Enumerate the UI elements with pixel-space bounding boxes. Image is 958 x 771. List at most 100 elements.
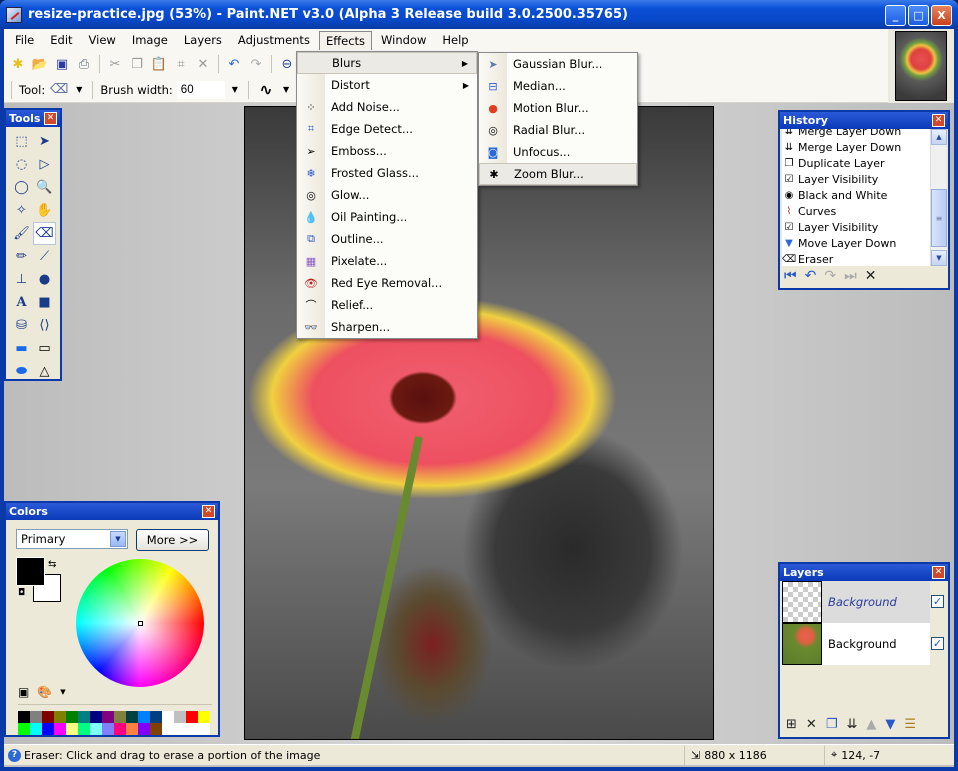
tool-dropdown-arrow[interactable]: ▼	[73, 85, 85, 94]
history-item[interactable]: ⇊ Merge Layer Down	[782, 139, 932, 155]
menu-item-blurs[interactable]: Blurs ▶	[297, 52, 477, 74]
history-item[interactable]: ⇊ Merge Layer Down	[782, 129, 932, 139]
palette-menu-icon[interactable]: 🎨	[37, 685, 52, 699]
swap-colors-icon[interactable]: ⇆	[48, 559, 56, 570]
menu-item-pixelate[interactable]: ▦ Pixelate...	[297, 250, 477, 272]
history-panel-title-bar[interactable]: History ✕	[780, 112, 948, 129]
palette-swatch[interactable]	[30, 711, 42, 723]
menu-item-motion-blur[interactable]: ● Motion Blur...	[479, 97, 637, 119]
move-selected-tool-icon[interactable]: ▷	[33, 153, 56, 176]
zoom-tool-icon[interactable]: 🔍	[33, 176, 56, 199]
menu-item-radial-blur[interactable]: ◎ Radial Blur...	[479, 119, 637, 141]
pencil-tool-icon[interactable]: ✏	[10, 245, 33, 268]
rewind-icon[interactable]: ⏮	[784, 268, 797, 284]
tools-panel-close-icon[interactable]: ✕	[44, 112, 57, 125]
gradient-tool-icon[interactable]: ■	[33, 291, 56, 314]
cut-icon[interactable]: ✂	[105, 54, 125, 74]
rectangle-select-tool-icon[interactable]: ⬚	[10, 130, 33, 153]
history-item[interactable]: ⌇ Curves	[782, 203, 932, 219]
palette-swatch[interactable]	[162, 723, 174, 735]
history-item[interactable]: ☑ Layer Visibility	[782, 171, 932, 187]
menu-layers[interactable]: Layers	[177, 30, 229, 50]
menu-help[interactable]: Help	[435, 30, 475, 50]
palette-swatch[interactable]	[78, 711, 90, 723]
palette-swatch[interactable]	[18, 723, 30, 735]
primary-color-swatch[interactable]	[16, 557, 45, 586]
color-wheel-cursor[interactable]	[138, 621, 143, 626]
menu-item-frosted-glass[interactable]: ❄ Frosted Glass...	[297, 162, 477, 184]
menu-effects[interactable]: Effects	[318, 30, 373, 50]
layer-properties-icon[interactable]: ☰	[904, 717, 916, 732]
menu-item-emboss[interactable]: ➢ Emboss...	[297, 140, 477, 162]
close-button[interactable]: X	[931, 5, 952, 26]
menu-adjustments[interactable]: Adjustments	[231, 30, 317, 50]
menu-item-sharpen[interactable]: 👓 Sharpen...	[297, 316, 477, 338]
palette-swatch[interactable]	[18, 711, 30, 723]
palette-swatch[interactable]	[42, 711, 54, 723]
reset-colors-icon[interactable]: ◘	[18, 588, 30, 600]
palette-swatch[interactable]	[186, 723, 198, 735]
ellipse-tool-icon[interactable]: ⬬	[10, 360, 33, 383]
menu-window[interactable]: Window	[374, 30, 433, 50]
antialiasing-icon[interactable]: ∿	[256, 80, 276, 100]
color-mode-select[interactable]: Primary ▼	[16, 529, 128, 549]
layer-visibility-checkbox[interactable]: ✓	[931, 637, 944, 650]
print-icon[interactable]: ⎙	[74, 54, 94, 74]
history-item[interactable]: ◉ Black and White	[782, 187, 932, 203]
recolor-tool-icon[interactable]: ●	[33, 268, 56, 291]
scroll-thumb[interactable]: ≡	[931, 189, 947, 247]
line-curve-tool-icon[interactable]: ⟨⟩	[33, 314, 56, 337]
palette-swatch[interactable]	[186, 711, 198, 723]
layers-panel-close-icon[interactable]: ✕	[932, 566, 945, 579]
copy-icon[interactable]: ❐	[127, 54, 147, 74]
freeform-shape-tool-icon[interactable]: △	[33, 360, 56, 383]
palette-swatch[interactable]	[174, 723, 186, 735]
lasso-select-tool-icon[interactable]: ◌	[10, 153, 33, 176]
menu-item-glow[interactable]: ◎ Glow...	[297, 184, 477, 206]
zoom-out-icon[interactable]: ⊖	[277, 54, 297, 74]
menu-file[interactable]: File	[8, 30, 41, 50]
palette-swatch[interactable]	[198, 723, 210, 735]
palette-swatch[interactable]	[162, 711, 174, 723]
layers-panel-title-bar[interactable]: Layers ✕	[780, 564, 948, 581]
palette-swatch[interactable]	[102, 711, 114, 723]
palette-swatch[interactable]	[42, 723, 54, 735]
color-picker-tool-icon[interactable]: ⟋	[33, 245, 56, 268]
colors-panel-close-icon[interactable]: ✕	[202, 505, 215, 518]
new-icon[interactable]: ✱	[8, 54, 28, 74]
menu-item-gaussian-blur[interactable]: ➤ Gaussian Blur...	[479, 53, 637, 75]
menu-item-unfocus[interactable]: ◙ Unfocus...	[479, 141, 637, 163]
ellipse-select-tool-icon[interactable]: ◯	[10, 176, 33, 199]
menu-edit[interactable]: Edit	[43, 30, 79, 50]
fast-forward-icon[interactable]: ⏭	[844, 268, 857, 284]
brush-width-dropdown-arrow[interactable]: ▼	[229, 85, 241, 94]
image-thumbnail[interactable]	[888, 29, 954, 103]
eraser-tool-icon[interactable]: ⌫	[49, 80, 69, 100]
menu-item-red-eye-removal[interactable]: 👁 Red Eye Removal...	[297, 272, 477, 294]
palette-swatch[interactable]	[54, 723, 66, 735]
palette-swatch[interactable]	[66, 711, 78, 723]
menu-item-edge-detect[interactable]: ⌗ Edge Detect...	[297, 118, 477, 140]
redo-icon[interactable]: ↷	[246, 54, 266, 74]
magic-wand-tool-icon[interactable]: ✧	[10, 199, 33, 222]
menu-item-median[interactable]: ⊟ Median...	[479, 75, 637, 97]
duplicate-layer-icon[interactable]: ❐	[826, 717, 838, 732]
move-layer-up-icon[interactable]: ▲	[866, 717, 876, 732]
menu-item-distort[interactable]: Distort ▶	[297, 74, 477, 96]
palette-swatch[interactable]	[102, 723, 114, 735]
layer-row[interactable]: Background	[782, 581, 930, 623]
redo-icon[interactable]: ↷	[824, 268, 836, 284]
chevron-down-icon[interactable]: ▼	[110, 531, 126, 547]
menu-view[interactable]: View	[82, 30, 123, 50]
maximize-button[interactable]: □	[908, 5, 929, 26]
palette-swatch[interactable]	[150, 723, 162, 735]
history-panel-close-icon[interactable]: ✕	[932, 114, 945, 127]
history-scrollbar[interactable]: ▲ ≡ ▼	[930, 129, 947, 266]
palette-swatch[interactable]	[174, 711, 186, 723]
open-icon[interactable]: 📂	[30, 54, 50, 74]
brush-width-input[interactable]	[176, 80, 225, 99]
menu-item-zoom-blur[interactable]: ✱ Zoom Blur...	[479, 163, 637, 185]
merge-layer-down-icon[interactable]: ⇊	[846, 717, 857, 732]
layer-visibility-checkbox[interactable]: ✓	[931, 595, 944, 608]
tools-panel-title-bar[interactable]: Tools ✕	[6, 110, 60, 127]
